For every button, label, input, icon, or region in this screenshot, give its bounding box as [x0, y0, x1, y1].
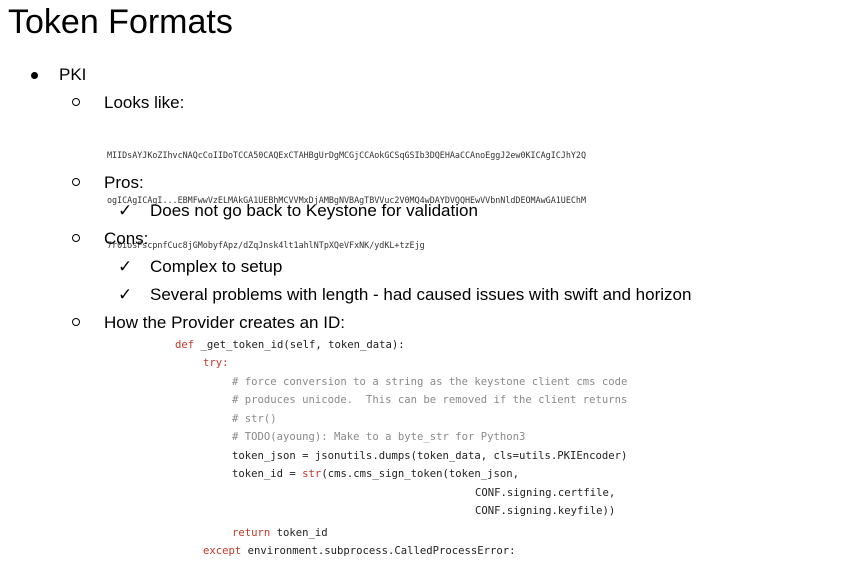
code-text: token_id [270, 527, 328, 539]
page-title: Token Formats [8, 3, 233, 41]
bullet-dot [31, 72, 38, 79]
check-icon: ✓ [118, 257, 133, 276]
cons-item: Complex to setup [150, 257, 283, 276]
code-keyword: def [175, 339, 195, 351]
ring-bullet [72, 318, 80, 326]
code-keyword: except [203, 545, 242, 557]
code-snippet: def _get_token_id(self, token_data): try… [175, 333, 715, 568]
ring-bullet [72, 98, 80, 106]
code-line: CONF.signing.keyfile)) [475, 505, 616, 517]
token-sample: MIIDsAYJKoZIhvcNAQcCoIIDoTCCA50CAQExCTAH… [107, 118, 842, 268]
code-line: CONF.signing.certfile, [475, 487, 616, 499]
code-keyword: try: [203, 357, 229, 369]
code-line: token_json = jsonutils.dumps(token_data,… [232, 450, 628, 462]
cons-item: Several problems with length - had cause… [150, 285, 692, 304]
code-keyword: return [232, 527, 271, 539]
ring-bullet [72, 234, 80, 242]
code-comment: # TODO(ayoung): Make to a byte_str for P… [232, 431, 526, 443]
check-icon: ✓ [118, 285, 133, 304]
code-text: (cms.cms_sign_token(token_json, [321, 468, 520, 480]
code-text: token_id = [232, 468, 303, 480]
provider-label: How the Provider creates an ID: [104, 313, 345, 332]
looks-like-label: Looks like: [104, 93, 185, 112]
bullet-pki: PKI [59, 65, 87, 84]
code-text: _get_token_id(self, token_data): [194, 339, 405, 351]
code-line: try: [203, 355, 229, 371]
code-line: def _get_token_id(self, token_data): [175, 337, 405, 353]
code-comment: # force conversion to a string as the ke… [232, 376, 628, 388]
code-keyword: str [302, 468, 322, 480]
ring-bullet [72, 178, 80, 186]
code-comment: # produces unicode. This can be removed … [232, 394, 628, 406]
check-icon: ✓ [118, 201, 133, 220]
cons-label: Cons: [104, 229, 149, 248]
code-line: except environment.subprocess.CalledProc… [203, 543, 516, 559]
token-line: 7r0iosFscpnfCuc8jGMobyfApz/dZqJnsk4lt1ah… [107, 240, 425, 250]
code-line: token_id = str(cms.cms_sign_token(token_… [232, 466, 519, 482]
code-comment: # str() [232, 413, 277, 425]
pros-item: Does not go back to Keystone for validat… [150, 201, 478, 220]
pros-label: Pros: [104, 173, 144, 192]
code-line: return token_id [232, 525, 328, 541]
code-text: environment.subprocess.CalledProcessErro… [241, 545, 516, 557]
token-line: MIIDsAYJKoZIhvcNAQcCoIIDoTCCA50CAQExCTAH… [107, 150, 587, 160]
